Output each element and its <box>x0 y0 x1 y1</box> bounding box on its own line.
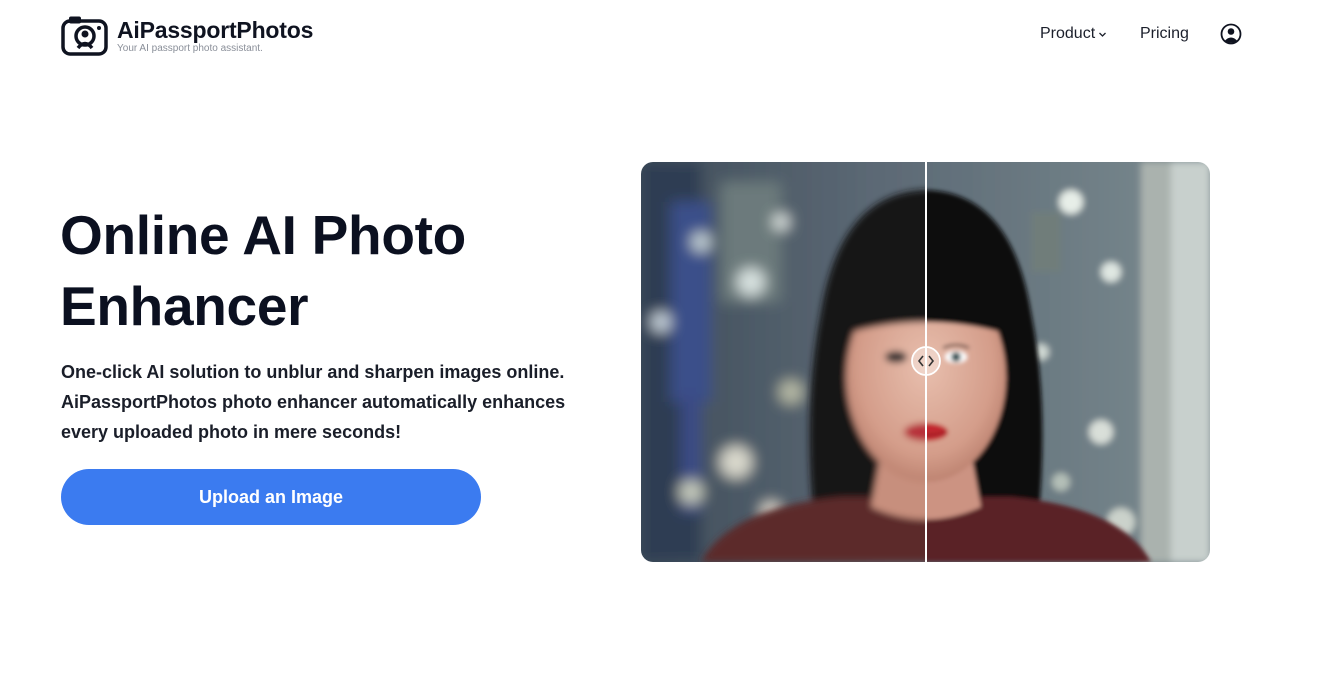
comparison-slider-handle[interactable] <box>911 346 941 376</box>
main-nav: Product Pricing <box>0 23 1342 51</box>
nav-product-label: Product <box>1040 25 1096 42</box>
hero-title-line1: Online AI Photo <box>60 204 466 266</box>
hero-title: Online AI Photo Enhancer <box>60 200 580 342</box>
hero-title-line2: Enhancer <box>60 275 309 337</box>
chevron-down-icon <box>1099 32 1107 37</box>
hero-description: One-click AI solution to unblur and shar… <box>61 362 566 442</box>
user-account-icon[interactable] <box>1220 23 1242 45</box>
upload-image-button[interactable]: Upload an Image <box>61 469 481 525</box>
nav-pricing[interactable]: Pricing <box>1140 25 1189 43</box>
before-after-comparison[interactable] <box>641 162 1210 562</box>
nav-product[interactable]: Product <box>1040 25 1107 43</box>
